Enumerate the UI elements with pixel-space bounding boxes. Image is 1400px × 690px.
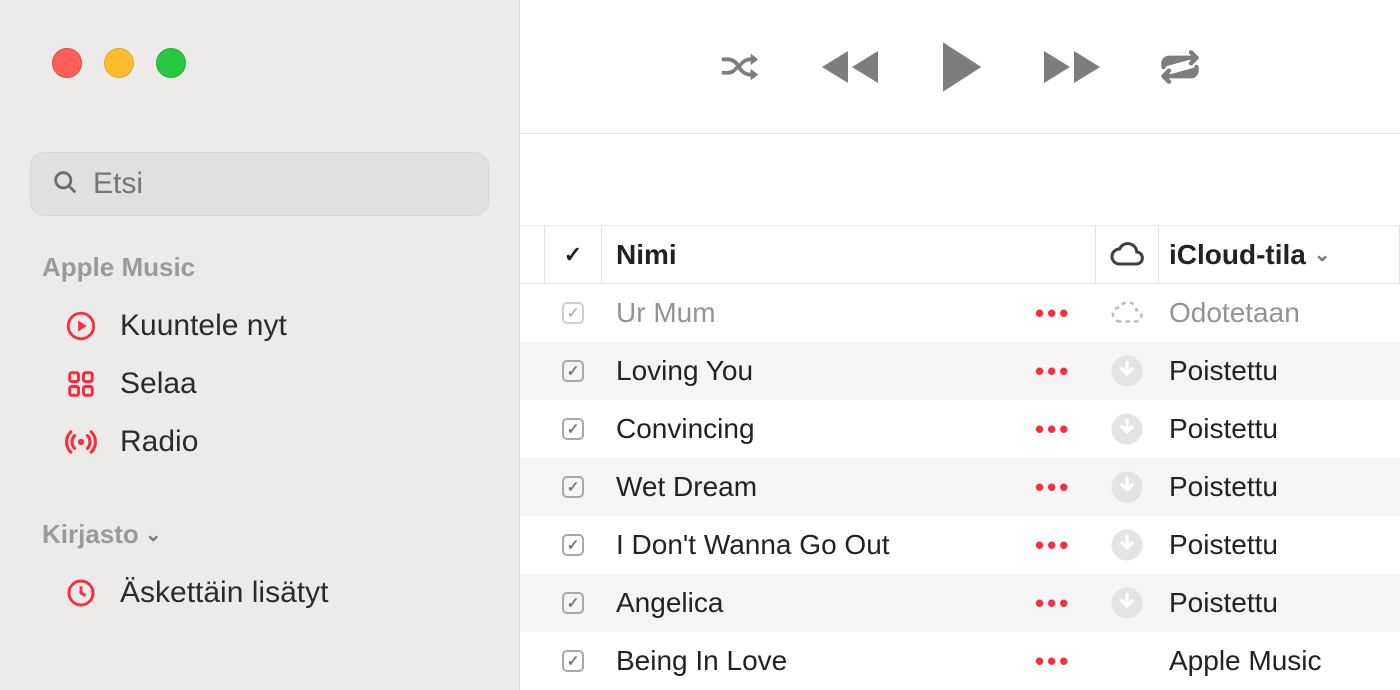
minimize-window-button[interactable] bbox=[104, 48, 134, 78]
repeat-button[interactable] bbox=[1158, 48, 1202, 86]
track-checkbox[interactable] bbox=[562, 592, 584, 614]
shuffle-button[interactable] bbox=[718, 47, 764, 87]
table-row[interactable]: Loving You••• Poistettu bbox=[520, 342, 1400, 400]
clock-icon bbox=[64, 576, 98, 610]
track-checkbox[interactable] bbox=[562, 418, 584, 440]
cloud-status-icon bbox=[1096, 586, 1158, 620]
more-icon[interactable]: ••• bbox=[1035, 356, 1071, 386]
track-status: Apple Music bbox=[1159, 645, 1399, 677]
main-content: ✓ Nimi iCloud-tila ⌄ Ur Mum•••OdotetaanL… bbox=[520, 0, 1400, 690]
track-status: Poistettu bbox=[1159, 529, 1399, 561]
table-row[interactable]: Ur Mum••• Odotetaan bbox=[520, 284, 1400, 342]
more-icon[interactable]: ••• bbox=[1035, 414, 1071, 444]
cloud-status-icon bbox=[1096, 470, 1158, 504]
search-input[interactable] bbox=[93, 167, 479, 201]
table-row[interactable]: Being In Love••• Apple Music bbox=[520, 632, 1400, 690]
track-status: Poistettu bbox=[1159, 587, 1399, 619]
cloud-status-icon bbox=[1096, 354, 1158, 388]
sidebar-item-label: Kuuntele nyt bbox=[120, 309, 287, 343]
more-icon[interactable]: ••• bbox=[1035, 530, 1071, 560]
more-icon[interactable]: ••• bbox=[1035, 298, 1071, 328]
column-name[interactable]: Nimi bbox=[602, 239, 1035, 271]
cloud-status-icon bbox=[1096, 296, 1158, 330]
next-button[interactable] bbox=[1040, 45, 1104, 89]
sidebar: Apple Music Kuuntele nyt Selaa Radio bbox=[0, 0, 520, 690]
table-row[interactable]: Angelica••• Poistettu bbox=[520, 574, 1400, 632]
sidebar-item-label: Radio bbox=[120, 425, 198, 459]
content-spacer bbox=[520, 134, 1400, 226]
chevron-down-icon: ⌄ bbox=[145, 522, 162, 547]
broadcast-icon bbox=[64, 425, 98, 459]
tracks-table-header: ✓ Nimi iCloud-tila ⌄ bbox=[520, 226, 1400, 284]
more-icon[interactable]: ••• bbox=[1035, 646, 1071, 676]
track-status: Poistettu bbox=[1159, 413, 1399, 445]
tracks-table-body: Ur Mum•••OdotetaanLoving You•••Poistettu… bbox=[520, 284, 1400, 690]
track-name: Ur Mum bbox=[602, 297, 1035, 329]
column-cloud-icon[interactable] bbox=[1096, 237, 1158, 273]
track-status: Poistettu bbox=[1159, 355, 1399, 387]
cloud-status-icon bbox=[1096, 412, 1158, 446]
table-row[interactable]: Convincing••• Poistettu bbox=[520, 400, 1400, 458]
sidebar-item-radio[interactable]: Radio bbox=[0, 413, 519, 471]
zoom-window-button[interactable] bbox=[156, 48, 186, 78]
column-status[interactable]: iCloud-tila ⌄ bbox=[1159, 239, 1399, 271]
track-name: I Don't Wanna Go Out bbox=[602, 529, 1035, 561]
track-name: Convincing bbox=[602, 413, 1035, 445]
play-circle-icon bbox=[64, 309, 98, 343]
previous-button[interactable] bbox=[818, 45, 882, 89]
search-icon bbox=[51, 168, 79, 201]
playback-toolbar bbox=[520, 0, 1400, 134]
table-row[interactable]: Wet Dream••• Poistettu bbox=[520, 458, 1400, 516]
track-status: Poistettu bbox=[1159, 471, 1399, 503]
track-name: Angelica bbox=[602, 587, 1035, 619]
track-name: Loving You bbox=[602, 355, 1035, 387]
more-icon[interactable]: ••• bbox=[1035, 588, 1071, 618]
table-row[interactable]: I Don't Wanna Go Out••• Poistettu bbox=[520, 516, 1400, 574]
play-button[interactable] bbox=[936, 40, 986, 94]
close-window-button[interactable] bbox=[52, 48, 82, 78]
track-checkbox[interactable] bbox=[562, 534, 584, 556]
sidebar-item-listen-now[interactable]: Kuuntele nyt bbox=[0, 297, 519, 355]
grid-icon bbox=[64, 367, 98, 401]
track-checkbox[interactable] bbox=[562, 302, 584, 324]
section-apple-music-title: Apple Music bbox=[0, 216, 519, 297]
library-title-label: Kirjasto bbox=[42, 519, 139, 550]
chevron-down-icon: ⌄ bbox=[1314, 242, 1331, 267]
window-controls bbox=[0, 0, 519, 78]
track-name: Being In Love bbox=[602, 645, 1035, 677]
track-status: Odotetaan bbox=[1159, 297, 1399, 329]
track-checkbox[interactable] bbox=[562, 360, 584, 382]
sidebar-item-recently-added[interactable]: Äskettäin lisätyt bbox=[0, 564, 519, 622]
cloud-status-icon bbox=[1096, 528, 1158, 562]
sidebar-item-browse[interactable]: Selaa bbox=[0, 355, 519, 413]
sidebar-item-label: Selaa bbox=[120, 367, 197, 401]
section-library-title[interactable]: Kirjasto ⌄ bbox=[0, 471, 519, 564]
more-icon[interactable]: ••• bbox=[1035, 472, 1071, 502]
track-checkbox[interactable] bbox=[562, 650, 584, 672]
search-field[interactable] bbox=[30, 152, 489, 216]
track-checkbox[interactable] bbox=[562, 476, 584, 498]
column-status-label: iCloud-tila bbox=[1169, 239, 1306, 271]
column-check[interactable]: ✓ bbox=[545, 242, 601, 268]
track-name: Wet Dream bbox=[602, 471, 1035, 503]
sidebar-item-label: Äskettäin lisätyt bbox=[120, 576, 328, 610]
